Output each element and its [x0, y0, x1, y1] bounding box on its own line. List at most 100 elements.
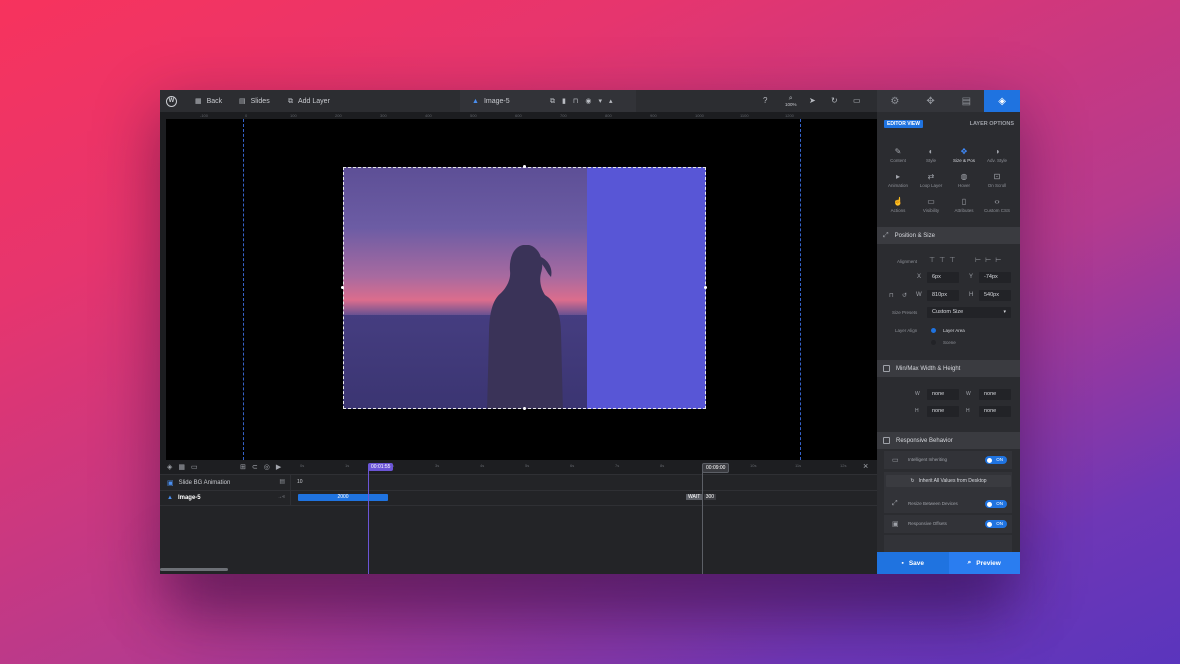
close-icon[interactable]: × [863, 461, 868, 471]
align-right-icon[interactable]: ⊤ [949, 256, 955, 264]
option-hover[interactable]: ◍ Hover [947, 172, 981, 188]
magnet-icon[interactable]: ⊂ [252, 463, 258, 471]
playhead-time[interactable]: 00:01:55 [368, 463, 394, 471]
back-button[interactable]: ▦ Back [195, 90, 222, 112]
resize-handle-bottom[interactable] [523, 407, 526, 410]
lock-icon[interactable]: ⊓ [573, 98, 578, 105]
editor-canvas[interactable] [166, 119, 877, 460]
option-loop-layer[interactable]: ⇄ Loop Layer [914, 172, 948, 188]
resize-handle-left[interactable] [341, 286, 344, 289]
timeline-row[interactable]: ▣ Slide BG Animation ▤ 10 [160, 475, 877, 491]
timeline-row-label: ▲ Image-5 →« [160, 490, 291, 505]
slides-label: Slides [250, 97, 270, 105]
align-top-icon[interactable]: ⊢ [975, 256, 981, 264]
row-value: 10 [297, 479, 303, 485]
monitor-icon: ▭ [853, 96, 861, 105]
preview-label: Preview [976, 559, 1001, 567]
y-input[interactable]: -74px [979, 272, 1011, 283]
tab-navigation[interactable]: ✥ [913, 90, 949, 112]
folder-icon[interactable]: ▤ [279, 478, 285, 485]
option-custom-css[interactable]: ‹› Custom CSS [980, 197, 1014, 213]
move-icon: ✥ [960, 147, 968, 156]
slides-button[interactable]: ▤ Slides [239, 90, 270, 112]
size-presets-select[interactable]: Custom Size ▾ [927, 307, 1011, 318]
grid-icon[interactable]: ⊞ [240, 463, 246, 471]
min-height-input[interactable]: none [927, 406, 959, 417]
layers-icon[interactable]: ◈ [167, 463, 172, 471]
tab-layers[interactable]: ◈ [984, 90, 1020, 112]
animation-bar[interactable]: 2000 [298, 494, 388, 501]
option-size-pos[interactable]: ✥ Size & Pos [947, 147, 981, 163]
timeline-scrollbar[interactable] [160, 568, 228, 571]
option-attributes[interactable]: ▯ Attributes [947, 197, 981, 213]
add-layer-button[interactable]: ⧉ Add Layer [288, 90, 330, 112]
resize-handle-top[interactable] [523, 165, 526, 168]
intelligent-inheriting-toggle[interactable]: ON [985, 456, 1007, 464]
expand-icon[interactable]: →« [277, 494, 285, 500]
align-middle-icon[interactable]: ⊢ [985, 256, 991, 264]
wordpress-logo[interactable]: W [166, 90, 177, 112]
inherit-all-button[interactable]: ↻ Inherit All Values from Desktop [886, 475, 1011, 487]
align-center-icon[interactable]: ⊤ [939, 256, 945, 264]
lock-icon[interactable]: ⊓ [889, 292, 894, 299]
selection-box[interactable] [343, 167, 706, 409]
eye-icon[interactable]: ◉ [585, 98, 591, 105]
trash-icon[interactable]: ▮ [562, 98, 566, 105]
editor-view-button[interactable]: EDITOR VIEW [884, 120, 923, 128]
x-input[interactable]: 6px [927, 272, 959, 283]
resize-handle-right[interactable] [704, 286, 707, 289]
grid-icon[interactable]: ▦ [178, 463, 185, 471]
slide-icon: ▤ [961, 95, 972, 107]
tab-slide[interactable]: ▤ [949, 90, 985, 112]
option-adv-style[interactable]: ◑ Adv. Style [980, 147, 1014, 163]
option-label: Hover [957, 183, 970, 188]
option-actions[interactable]: ☝ Actions [881, 197, 915, 213]
layer-name-button[interactable]: ▲ Image-5 [472, 90, 510, 112]
align-bottom-icon[interactable]: ⊢ [995, 256, 1001, 264]
toggle-text: ON [996, 457, 1003, 462]
add-layer-label: Add Layer [298, 97, 330, 105]
timeline-tick: 1s [345, 463, 350, 468]
play-icon[interactable]: ▶ [276, 463, 281, 471]
align-left-icon[interactable]: ⊤ [929, 256, 935, 264]
gear-icon: ⚙ [890, 95, 900, 107]
option-style[interactable]: ◐ Style [914, 147, 948, 163]
section-position-size[interactable]: ⤢ Position & Size [877, 227, 1020, 244]
undo-button[interactable]: ↻ [831, 90, 838, 112]
ruler-label: -100 [200, 113, 209, 118]
resize-between-toggle[interactable]: ON [985, 500, 1007, 508]
option-content[interactable]: ✎ Content [881, 147, 915, 163]
max-width-input[interactable]: none [979, 389, 1011, 400]
preview-button[interactable]: ⌕ Preview [948, 552, 1020, 574]
grid-icon: ▦ [195, 97, 202, 105]
loop-icon[interactable]: ◎ [264, 463, 270, 471]
vertical-align-group: ⊢ ⊢ ⊢ [975, 256, 1001, 264]
max-height-input[interactable]: none [979, 406, 1011, 417]
editor-window: W ▦ Back ▤ Slides ⧉ Add Layer ▲ Image-5 … [160, 90, 1020, 574]
option-visibility[interactable]: ▭ Visibility [914, 197, 948, 213]
height-input[interactable]: 540px [979, 290, 1011, 301]
min-width-input[interactable]: none [927, 389, 959, 400]
section-responsive[interactable]: Responsive Behavior [877, 432, 1020, 449]
reset-icon[interactable]: ↺ [902, 292, 907, 299]
tab-settings[interactable]: ⚙ [877, 90, 913, 112]
cursor-button[interactable]: ➤ [809, 90, 816, 112]
option-animation[interactable]: ▸ Animation [881, 172, 915, 188]
caret-down-icon[interactable]: ▾ [598, 98, 602, 105]
duplicate-icon[interactable]: ⧉ [550, 98, 555, 105]
responsive-offsets-toggle[interactable]: ON [985, 520, 1007, 528]
radio-layer-area[interactable] [931, 328, 936, 333]
caret-up-icon[interactable]: ▴ [609, 98, 613, 105]
playhead-line[interactable] [368, 468, 369, 574]
radio-scene[interactable] [931, 340, 936, 345]
help-button[interactable]: ? [763, 90, 767, 112]
zoom-button[interactable]: ⌕ 100% [785, 90, 797, 112]
section-minmax[interactable]: Min/Max Width & Height [877, 360, 1020, 377]
timeline-row[interactable]: ▲ Image-5 →« 2000 WAIT 300 [160, 490, 877, 506]
width-input[interactable]: 810px [927, 290, 959, 301]
device-button[interactable]: ▭ [853, 90, 861, 112]
option-on-scroll[interactable]: ⊡ On Scroll [980, 172, 1014, 188]
end-time[interactable]: 00:09:00 [702, 463, 730, 473]
save-button[interactable]: ▪ Save [877, 552, 949, 574]
folder-icon[interactable]: ▭ [191, 463, 198, 471]
